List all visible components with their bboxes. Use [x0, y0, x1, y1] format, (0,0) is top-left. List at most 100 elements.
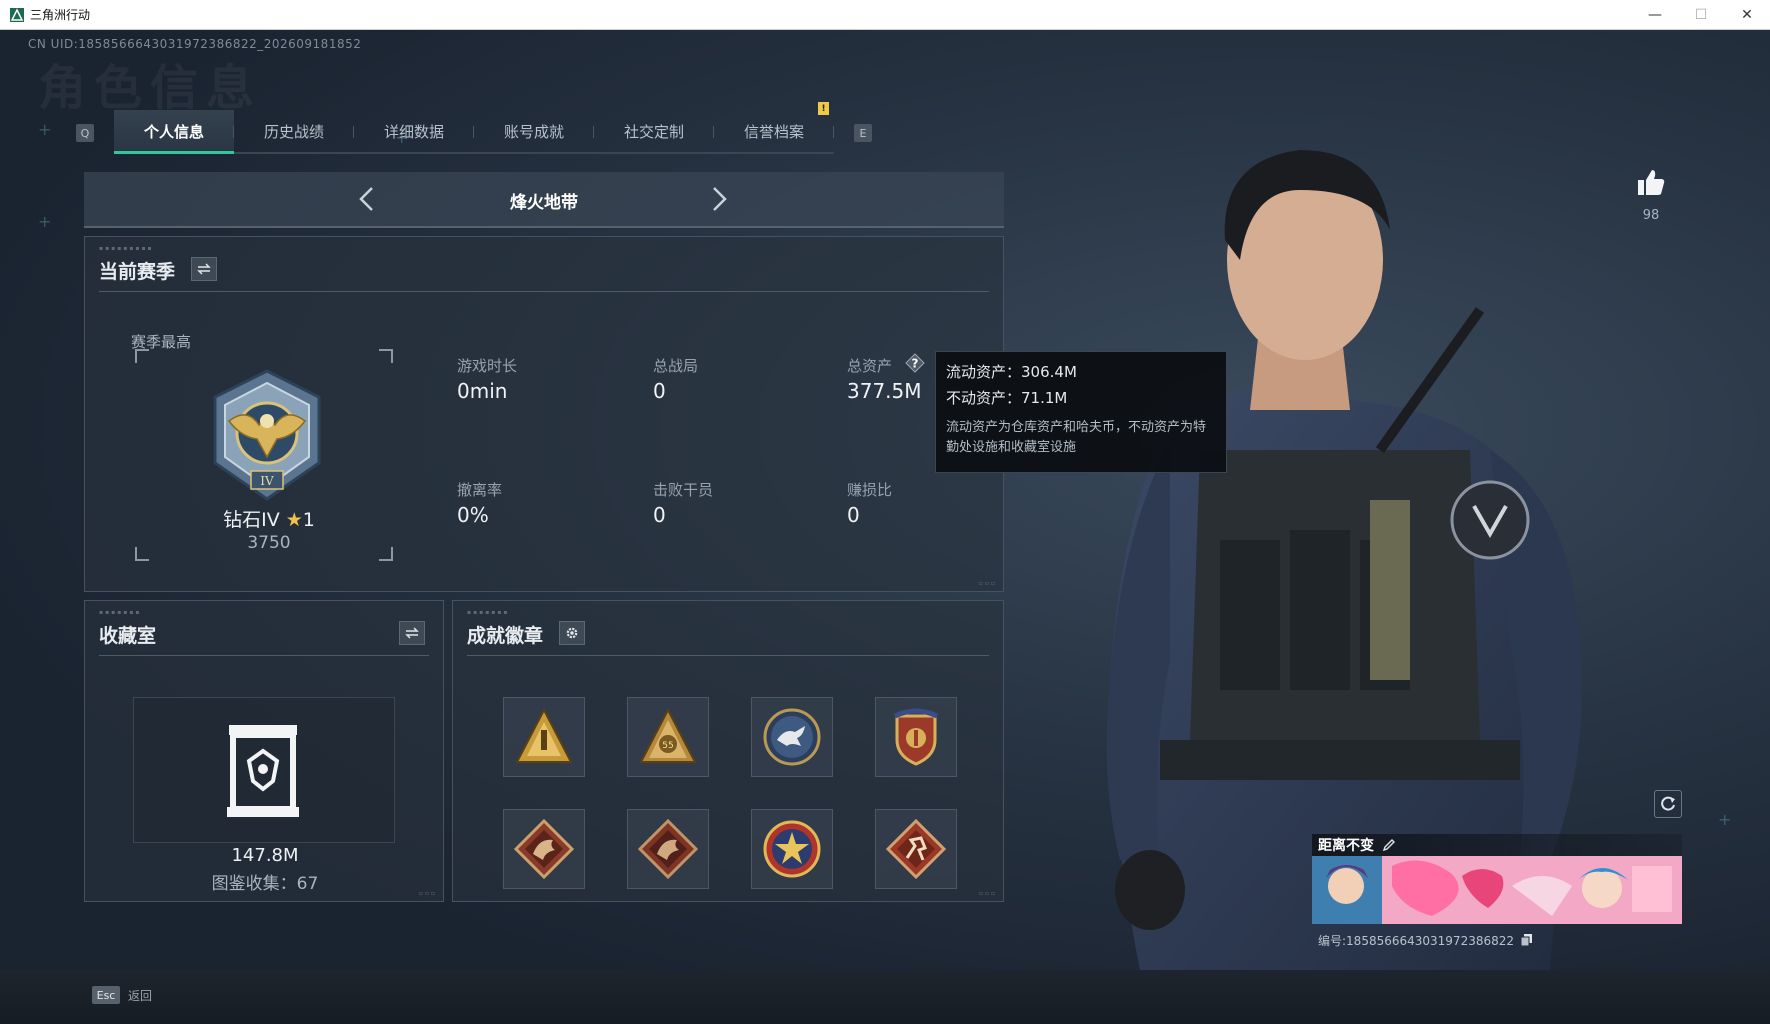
window-title: 三角洲行动 — [30, 8, 91, 22]
dragon-diamond-badge-icon — [637, 818, 699, 880]
panel-decor: ▪▪▪▪▪▪▪ — [99, 609, 142, 616]
tab-bar: Q 个人信息 历史战绩 详细数据 账号成就 社交定制 信誉档案 ! E — [76, 78, 872, 154]
tab-alert-badge: ! — [818, 102, 829, 115]
svg-text:?: ? — [912, 357, 919, 371]
nameplate-card-image[interactable] — [1312, 856, 1682, 924]
star-round-badge-icon — [763, 820, 821, 878]
collection-switch-button[interactable] — [399, 621, 425, 645]
frame-corner — [135, 349, 149, 363]
extract-rate-label: 撤离率 — [457, 481, 503, 499]
frame-corner — [379, 547, 393, 561]
refresh-icon — [1661, 796, 1675, 811]
runner-diamond-badge-icon — [885, 818, 947, 880]
achievements-panel: ▪▪▪▪▪▪▪ 成就徽章 55 ▫▫▫ — [452, 600, 1004, 902]
tab-social-customization[interactable]: 社交定制 — [594, 110, 714, 152]
achievement-badge[interactable] — [875, 697, 957, 777]
bottom-bar — [0, 970, 1770, 1024]
panel-decor: ▫▫▫ — [418, 890, 437, 897]
nameplate-title-bar: 距离不变 — [1312, 834, 1682, 856]
panel-decor: ▪▪▪▪▪▪▪▪▪ — [99, 245, 154, 252]
achievement-badge[interactable] — [503, 809, 585, 889]
tooltip-liquid-assets: 流动资产：306.4M — [946, 363, 1077, 381]
close-button[interactable]: ✕ — [1724, 0, 1770, 30]
rank-star-count: 1 — [302, 509, 315, 531]
achievement-badge[interactable]: 55 — [627, 697, 709, 777]
rank-score: 3750 — [247, 533, 291, 553]
nameplate-title: 距离不变 — [1318, 838, 1374, 854]
prev-tab-key[interactable]: Q — [76, 124, 94, 142]
current-season-panel: ▪▪▪▪▪▪▪▪▪ 当前赛季 赛季最高 IV 钻石IV ★1 3750 游戏时长 — [84, 236, 1004, 592]
swap-icon — [197, 263, 211, 275]
collection-count: 图鉴收集：67 — [211, 874, 319, 894]
nameplate-id-text: 编号:1858566643031972386822 — [1318, 934, 1515, 948]
edit-pencil-icon[interactable] — [1382, 838, 1396, 852]
tab-match-history[interactable]: 历史战绩 — [234, 110, 354, 152]
tab-strip: 个人信息 历史战绩 详细数据 账号成就 社交定制 信誉档案 ! — [114, 102, 834, 154]
refresh-button[interactable] — [1654, 790, 1682, 818]
rank-star-icon: ★ — [285, 509, 303, 531]
achievements-settings-button[interactable] — [559, 621, 585, 645]
collection-panel: ▪▪▪▪▪▪▪ 收藏室 147.8M 图鉴收集：67 ▫▫▫ — [84, 600, 444, 902]
tooltip-description: 流动资产为仓库资产和哈夫币，不动资产为特勤处设施和收藏室设施 — [946, 420, 1207, 455]
chevron-right-icon[interactable] — [704, 184, 734, 214]
back-label: 返回 — [128, 988, 153, 1003]
dragon-diamond-badge-icon — [513, 818, 575, 880]
kills-value: 0 — [653, 503, 666, 527]
uid-text: CN UID:1858566643031972386822_2026091818… — [28, 37, 362, 51]
copy-icon[interactable] — [1520, 934, 1532, 946]
tooltip-fixed-assets: 不动资产：71.1M — [946, 389, 1068, 407]
nameplate-id: 编号:1858566643031972386822 — [1318, 932, 1532, 949]
swap-icon — [405, 627, 419, 639]
tab-account-achievements[interactable]: 账号成就 — [474, 110, 594, 152]
back-button[interactable]: Esc 返回 — [92, 986, 152, 1004]
panel-decor: ▪▪▪▪▪▪▪ — [467, 609, 510, 616]
like-count: 98 — [1642, 208, 1660, 223]
decor-cross: + — [1718, 810, 1732, 829]
playtime-label: 游戏时长 — [457, 357, 518, 375]
decor-cross: + — [38, 212, 52, 231]
extract-rate-value: 0% — [457, 503, 489, 527]
achievement-badge[interactable] — [751, 697, 833, 777]
mode-selector: 烽火地带 — [84, 172, 1004, 228]
achievement-badge[interactable] — [627, 809, 709, 889]
frame-corner — [135, 547, 149, 561]
question-help-icon[interactable]: ? — [905, 353, 925, 373]
svg-text:55: 55 — [662, 741, 673, 751]
game-screen: 角色信息 CN UID:1858566643031972386822_20260… — [0, 30, 1770, 1024]
gold-triangle-badge-icon — [515, 707, 573, 763]
gear-icon — [566, 627, 578, 639]
achievement-badge[interactable] — [751, 809, 833, 889]
thumbs-up-icon[interactable] — [1636, 168, 1666, 198]
gold-triangle-55-badge-icon: 55 — [639, 707, 697, 763]
panel-divider — [99, 291, 989, 292]
app-logo-icon — [10, 7, 24, 22]
profit-ratio-value: 0 — [847, 503, 860, 527]
achievement-badge[interactable] — [503, 697, 585, 777]
decor-cross: + — [38, 120, 52, 139]
season-title: 当前赛季 — [99, 261, 176, 283]
display-case-icon — [227, 725, 299, 817]
panel-divider — [467, 655, 989, 656]
kills-label: 击败干员 — [653, 481, 714, 499]
achievement-badge[interactable] — [875, 809, 957, 889]
assets-value: 377.5M — [847, 379, 922, 403]
tab-personal-info[interactable]: 个人信息 — [114, 110, 234, 154]
panel-decor: ▫▫▫ — [978, 890, 997, 897]
maximize-button[interactable]: ☐ — [1678, 0, 1724, 30]
svg-text:IV: IV — [260, 474, 274, 488]
minimize-button[interactable]: — — [1632, 0, 1678, 30]
panel-divider — [99, 655, 429, 656]
next-tab-key[interactable]: E — [854, 124, 872, 142]
panel-decor: ▫▫▫ — [978, 580, 997, 587]
matches-value: 0 — [653, 379, 666, 403]
achievements-title: 成就徽章 — [467, 625, 544, 647]
diamond-rank-emblem-icon: IV — [213, 369, 321, 501]
shield-stars-badge-icon — [893, 708, 939, 766]
tab-credit-record[interactable]: 信誉档案 — [714, 110, 834, 152]
frame-corner — [379, 349, 393, 363]
assets-label: 总资产 — [847, 357, 893, 375]
rank-tier-text: 钻石IV — [223, 509, 280, 531]
tab-detailed-data[interactable]: 详细数据 — [354, 110, 474, 152]
season-switch-button[interactable] — [191, 257, 217, 281]
playtime-value: 0min — [457, 379, 508, 403]
